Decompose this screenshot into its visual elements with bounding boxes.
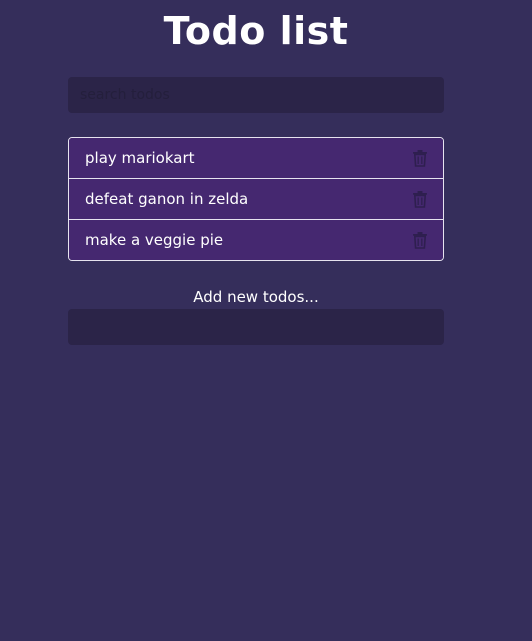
page-title: Todo list [163, 9, 349, 53]
search-input[interactable] [68, 77, 444, 113]
list-item: make a veggie pie [69, 220, 443, 260]
todo-list: play mariokart defeat ganon in zelda mak… [68, 137, 444, 261]
add-todo-input[interactable] [68, 309, 444, 345]
todo-text: defeat ganon in zelda [85, 190, 249, 208]
add-todo-label: Add new todos... [193, 288, 319, 306]
todo-app: Todo list play mariokart defeat ganon in… [0, 0, 532, 641]
list-item: defeat ganon in zelda [69, 179, 443, 220]
trash-icon[interactable] [412, 190, 428, 208]
trash-icon[interactable] [412, 149, 428, 167]
todo-text: make a veggie pie [85, 231, 224, 249]
list-item: play mariokart [69, 138, 443, 179]
todo-text: play mariokart [85, 149, 195, 167]
trash-icon[interactable] [412, 231, 428, 249]
